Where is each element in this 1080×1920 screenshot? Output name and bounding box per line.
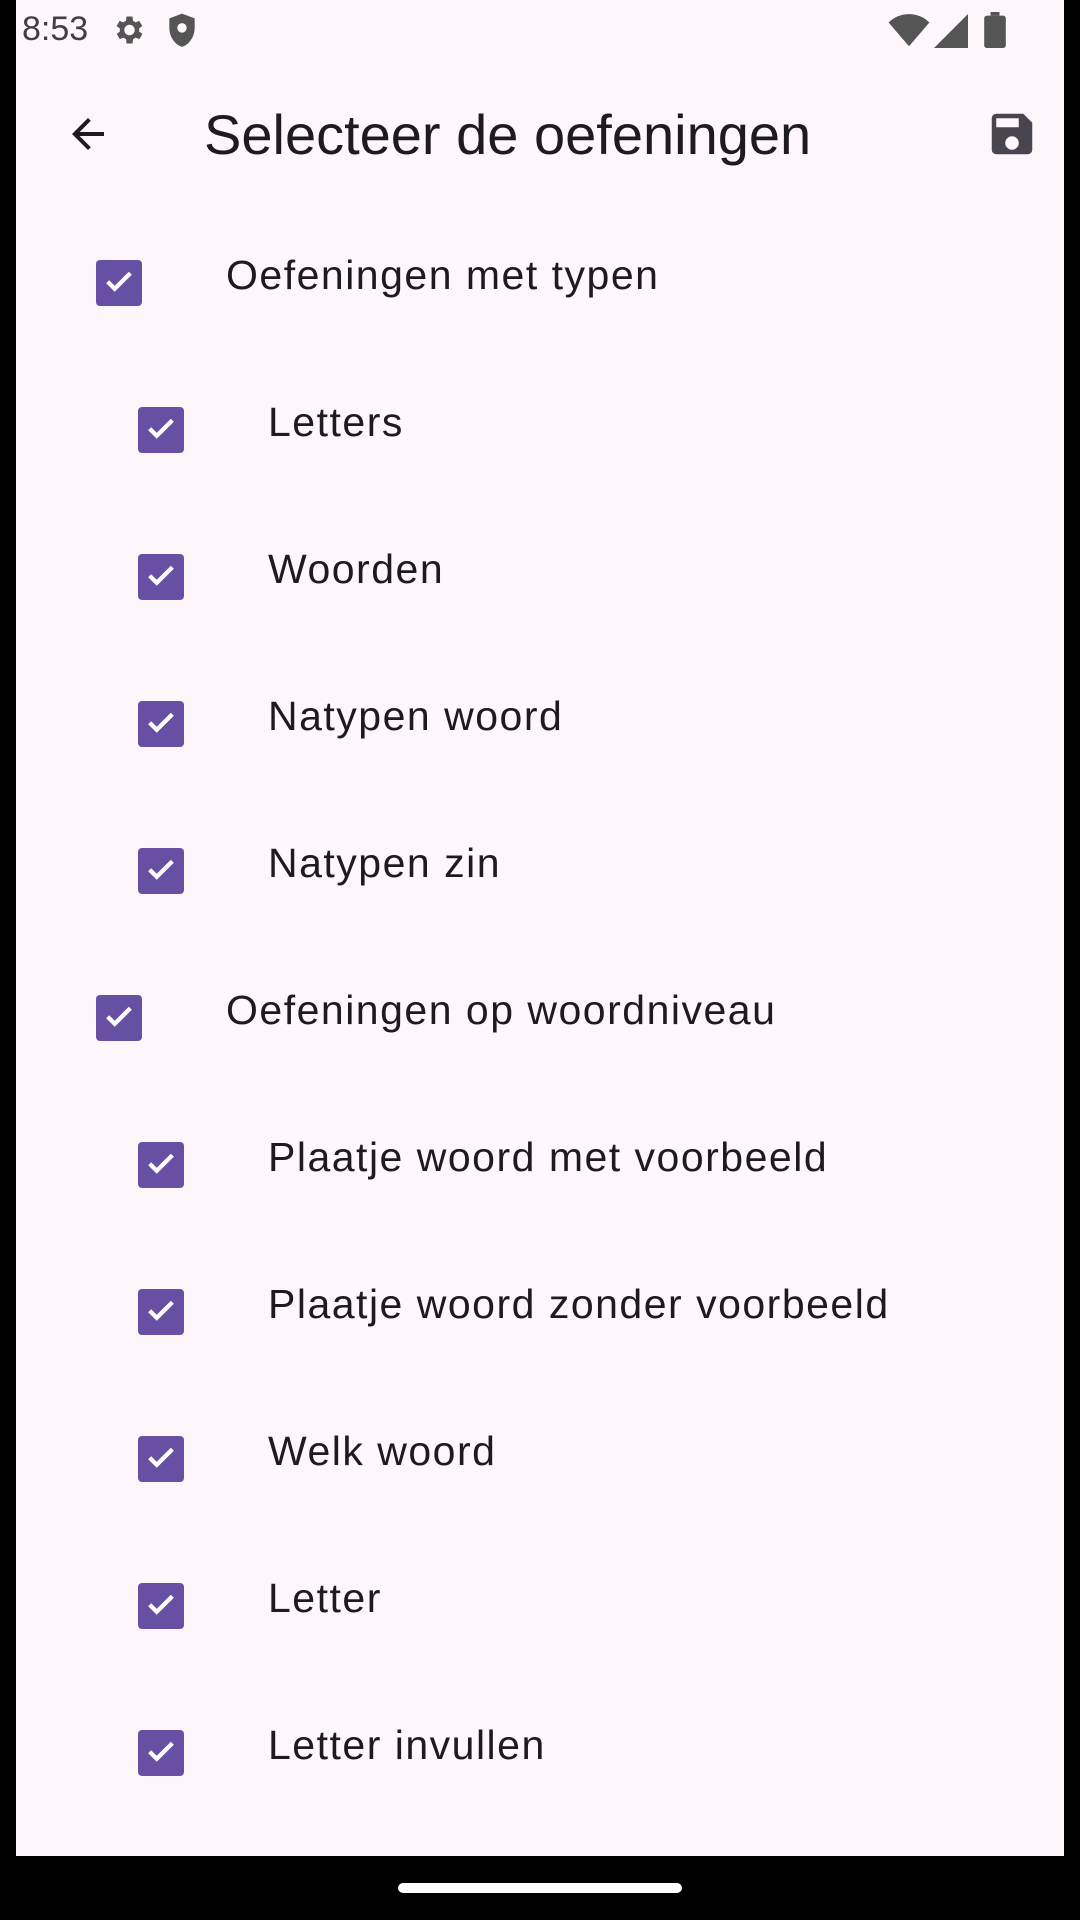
check-icon xyxy=(144,411,178,450)
wifi-icon xyxy=(888,14,930,53)
arrow-back-icon xyxy=(64,110,112,163)
gesture-nav-handle[interactable] xyxy=(398,1883,682,1893)
list-item-label: Natypen zin xyxy=(268,840,502,886)
check-icon xyxy=(144,1440,178,1479)
screen: 8:53 Selecteer de oefeningen Oefeningen … xyxy=(16,0,1064,1856)
signal-icon xyxy=(934,14,968,53)
battery-icon xyxy=(984,12,1006,53)
checkbox[interactable] xyxy=(138,1730,184,1776)
list-item[interactable]: Oefeningen op woordniveau xyxy=(16,945,1064,1092)
list-item[interactable]: Natypen woord xyxy=(16,651,1064,798)
checkbox[interactable] xyxy=(96,995,142,1041)
gear-icon xyxy=(110,12,146,53)
checkbox[interactable] xyxy=(138,407,184,453)
status-bar: 8:53 xyxy=(16,0,1064,62)
checkbox[interactable] xyxy=(138,701,184,747)
list-item[interactable]: Letters xyxy=(16,357,1064,504)
list-item-label: Natypen woord xyxy=(268,693,564,739)
save-button[interactable] xyxy=(972,96,1052,176)
list-item[interactable]: Letter invullen xyxy=(16,1680,1064,1827)
checkbox[interactable] xyxy=(138,554,184,600)
list-item-label: Letter invullen xyxy=(268,1722,546,1768)
back-button[interactable] xyxy=(48,96,128,176)
status-time: 8:53 xyxy=(22,10,89,48)
list-item[interactable]: Natypen zin xyxy=(16,798,1064,945)
list-item[interactable]: Letter xyxy=(16,1533,1064,1680)
check-icon xyxy=(144,1293,178,1332)
list-item-label: Oefeningen met typen xyxy=(226,252,660,298)
list-item-label: Letter xyxy=(268,1575,382,1621)
list-item-label: Plaatje woord zonder voorbeeld xyxy=(268,1281,890,1327)
shield-icon xyxy=(166,12,198,55)
check-icon xyxy=(102,264,136,303)
checkbox[interactable] xyxy=(138,1583,184,1629)
list-item-label: Letters xyxy=(268,399,404,445)
check-icon xyxy=(144,1734,178,1773)
check-icon xyxy=(144,852,178,891)
list-item-label: Welk woord xyxy=(268,1428,497,1474)
page-title: Selecteer de oefeningen xyxy=(204,103,812,166)
app-bar: Selecteer de oefeningen xyxy=(16,62,1064,210)
save-icon xyxy=(985,107,1039,166)
checkbox[interactable] xyxy=(138,1436,184,1482)
list-item-label: Oefeningen op woordniveau xyxy=(226,987,777,1033)
check-icon xyxy=(144,558,178,597)
check-icon xyxy=(144,1146,178,1185)
list-item[interactable]: Plaatje woord zonder voorbeeld xyxy=(16,1239,1064,1386)
checkbox[interactable] xyxy=(138,848,184,894)
checkbox[interactable] xyxy=(138,1289,184,1335)
check-icon xyxy=(144,705,178,744)
check-icon xyxy=(102,999,136,1038)
list-item[interactable]: Plaatje woord met voorbeeld xyxy=(16,1092,1064,1239)
list-item[interactable]: Welk woord xyxy=(16,1386,1064,1533)
list-item-label: Woorden xyxy=(268,546,445,592)
checkbox[interactable] xyxy=(96,260,142,306)
list-item[interactable]: Woorden xyxy=(16,504,1064,651)
list-item[interactable]: Oefeningen met typen xyxy=(16,210,1064,357)
checkbox[interactable] xyxy=(138,1142,184,1188)
list-item-label: Plaatje woord met voorbeeld xyxy=(268,1134,829,1180)
check-icon xyxy=(144,1587,178,1626)
